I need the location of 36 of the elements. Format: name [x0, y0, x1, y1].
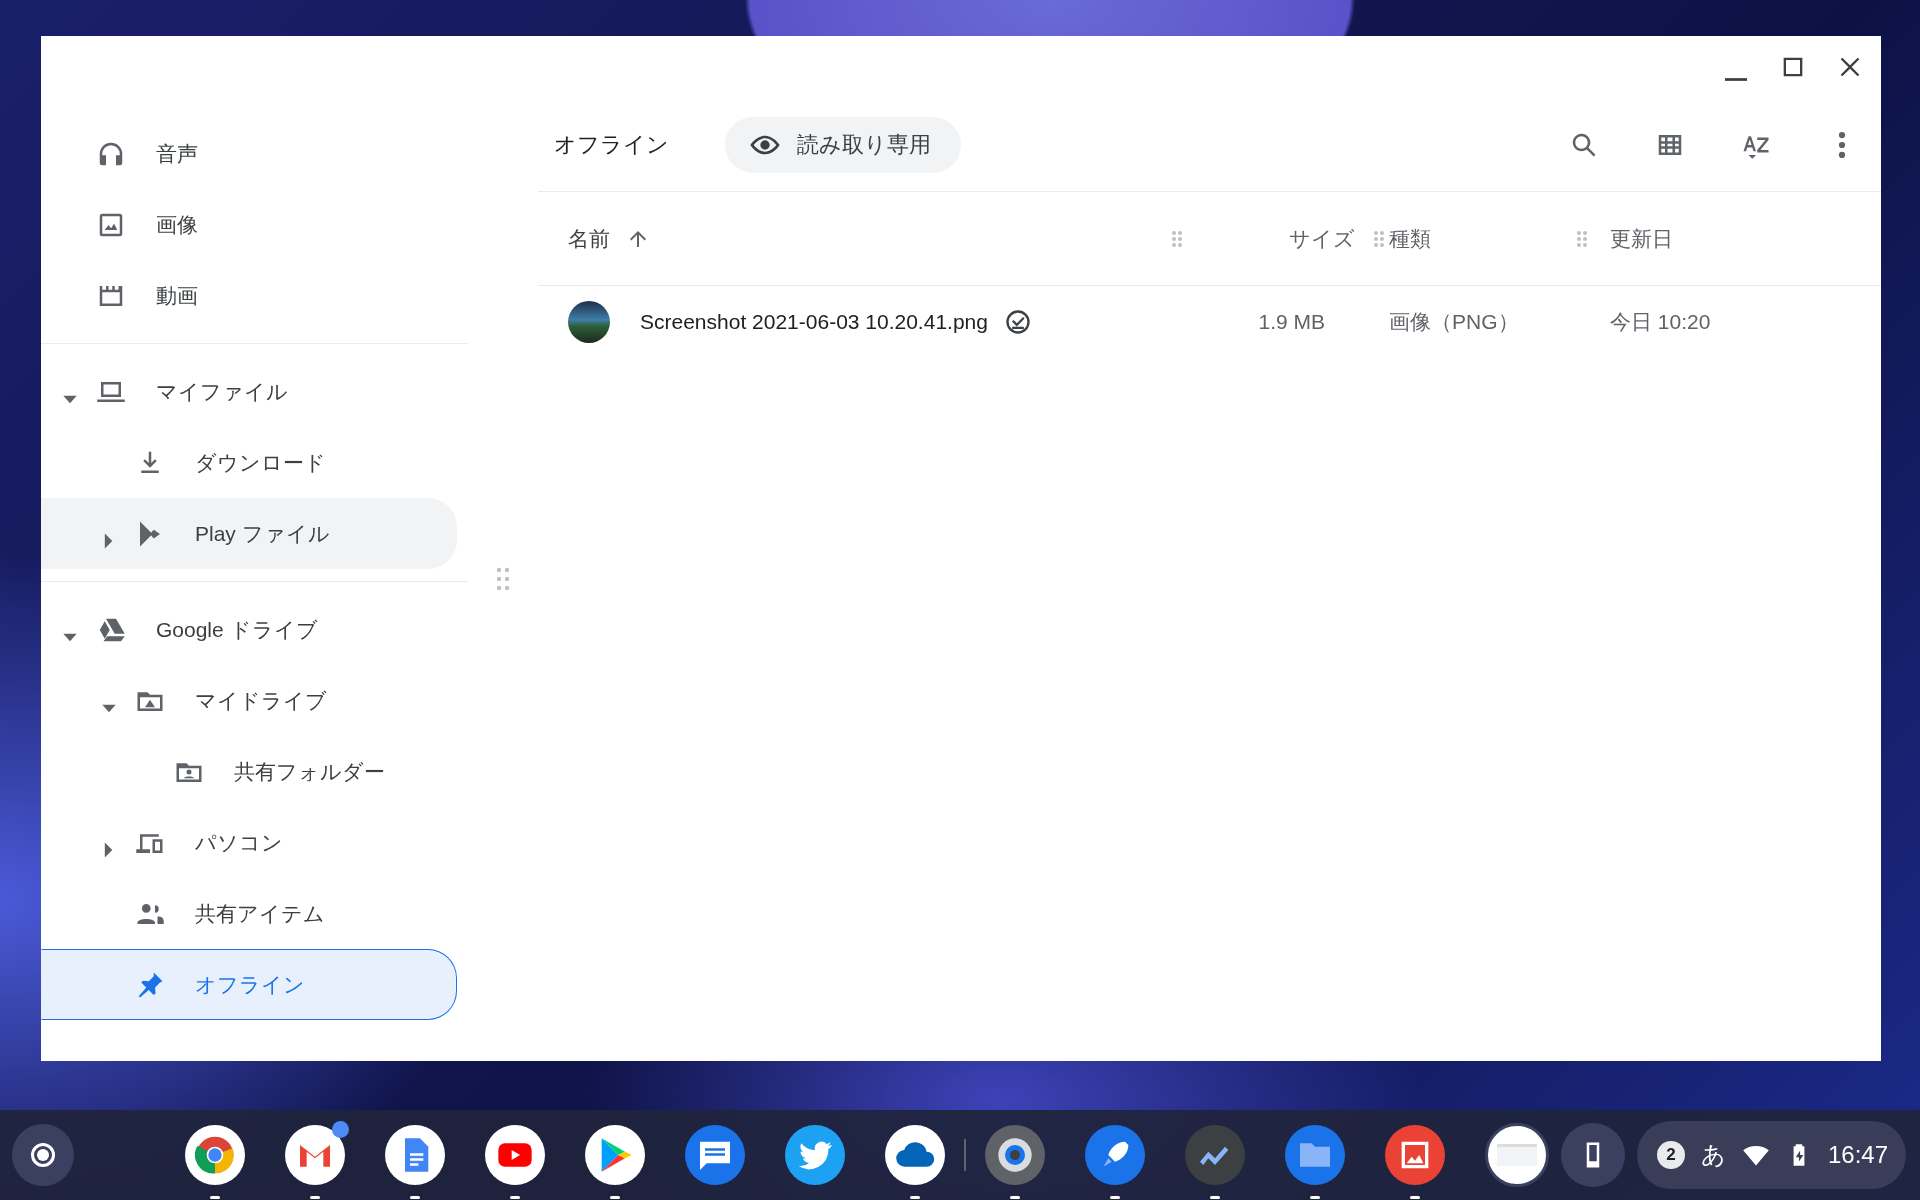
screenshot-thumbnail	[1497, 1144, 1537, 1166]
file-row[interactable]: Screenshot 2021-06-03 10.20.41.png 1.9 MB 画像（PNG） 今日 10:20	[538, 286, 1881, 358]
sidebar-item[interactable]: Google ドライブ	[41, 594, 457, 665]
image-thumbnail	[568, 301, 610, 343]
sidebar-item[interactable]: オフライン	[41, 949, 457, 1020]
browser-icon	[195, 1135, 235, 1175]
gear-icon	[995, 1135, 1035, 1175]
resize-handle-icon[interactable]	[496, 566, 510, 591]
read-only-chip: 読み取り専用	[725, 116, 961, 173]
minimize-icon	[1725, 78, 1747, 81]
column-header[interactable]: サイズ	[1289, 222, 1355, 255]
file-type: 画像（PNG）	[1389, 309, 1519, 336]
clock-time: 16:47	[1828, 1140, 1889, 1170]
notification-count: 2	[1657, 1141, 1685, 1169]
sidebar-item[interactable]: 画像	[41, 189, 457, 260]
sidebar-item[interactable]: 動画	[41, 260, 457, 331]
column-header[interactable]: 更新日	[1610, 226, 1673, 250]
sidebar-item[interactable]: マイドライブ	[41, 665, 457, 736]
input-method-indicator: あ	[1701, 1140, 1726, 1170]
column-header[interactable]: 名前	[568, 222, 610, 255]
app-icon-button[interactable]	[685, 1125, 745, 1185]
sidebar-item[interactable]: Play ファイル	[41, 498, 457, 569]
file-name: Screenshot 2021-06-03 10.20.41.png	[640, 309, 988, 336]
more-vertical-icon	[1838, 131, 1846, 158]
sidebar-item[interactable]: 共有フォルダー	[41, 736, 457, 807]
sidebar-item[interactable]: 音声	[41, 118, 457, 189]
app-icon-button[interactable]	[785, 1125, 845, 1185]
sidebar-item[interactable]: パソコン	[41, 807, 457, 878]
file-date: 今日 10:20	[1610, 310, 1711, 334]
status-tray[interactable]: 2 あ 16:47	[1637, 1121, 1907, 1189]
sidebar-item[interactable]: 共有アイテム	[41, 878, 457, 949]
column-header[interactable]: 種類	[1389, 222, 1431, 255]
sidebar-item[interactable]: ダウンロード	[41, 427, 457, 498]
file-size: 1.9 MB	[1258, 309, 1325, 336]
folder-title: オフライン	[554, 131, 669, 159]
sidebar-item[interactable]: マイファイル	[41, 356, 457, 427]
